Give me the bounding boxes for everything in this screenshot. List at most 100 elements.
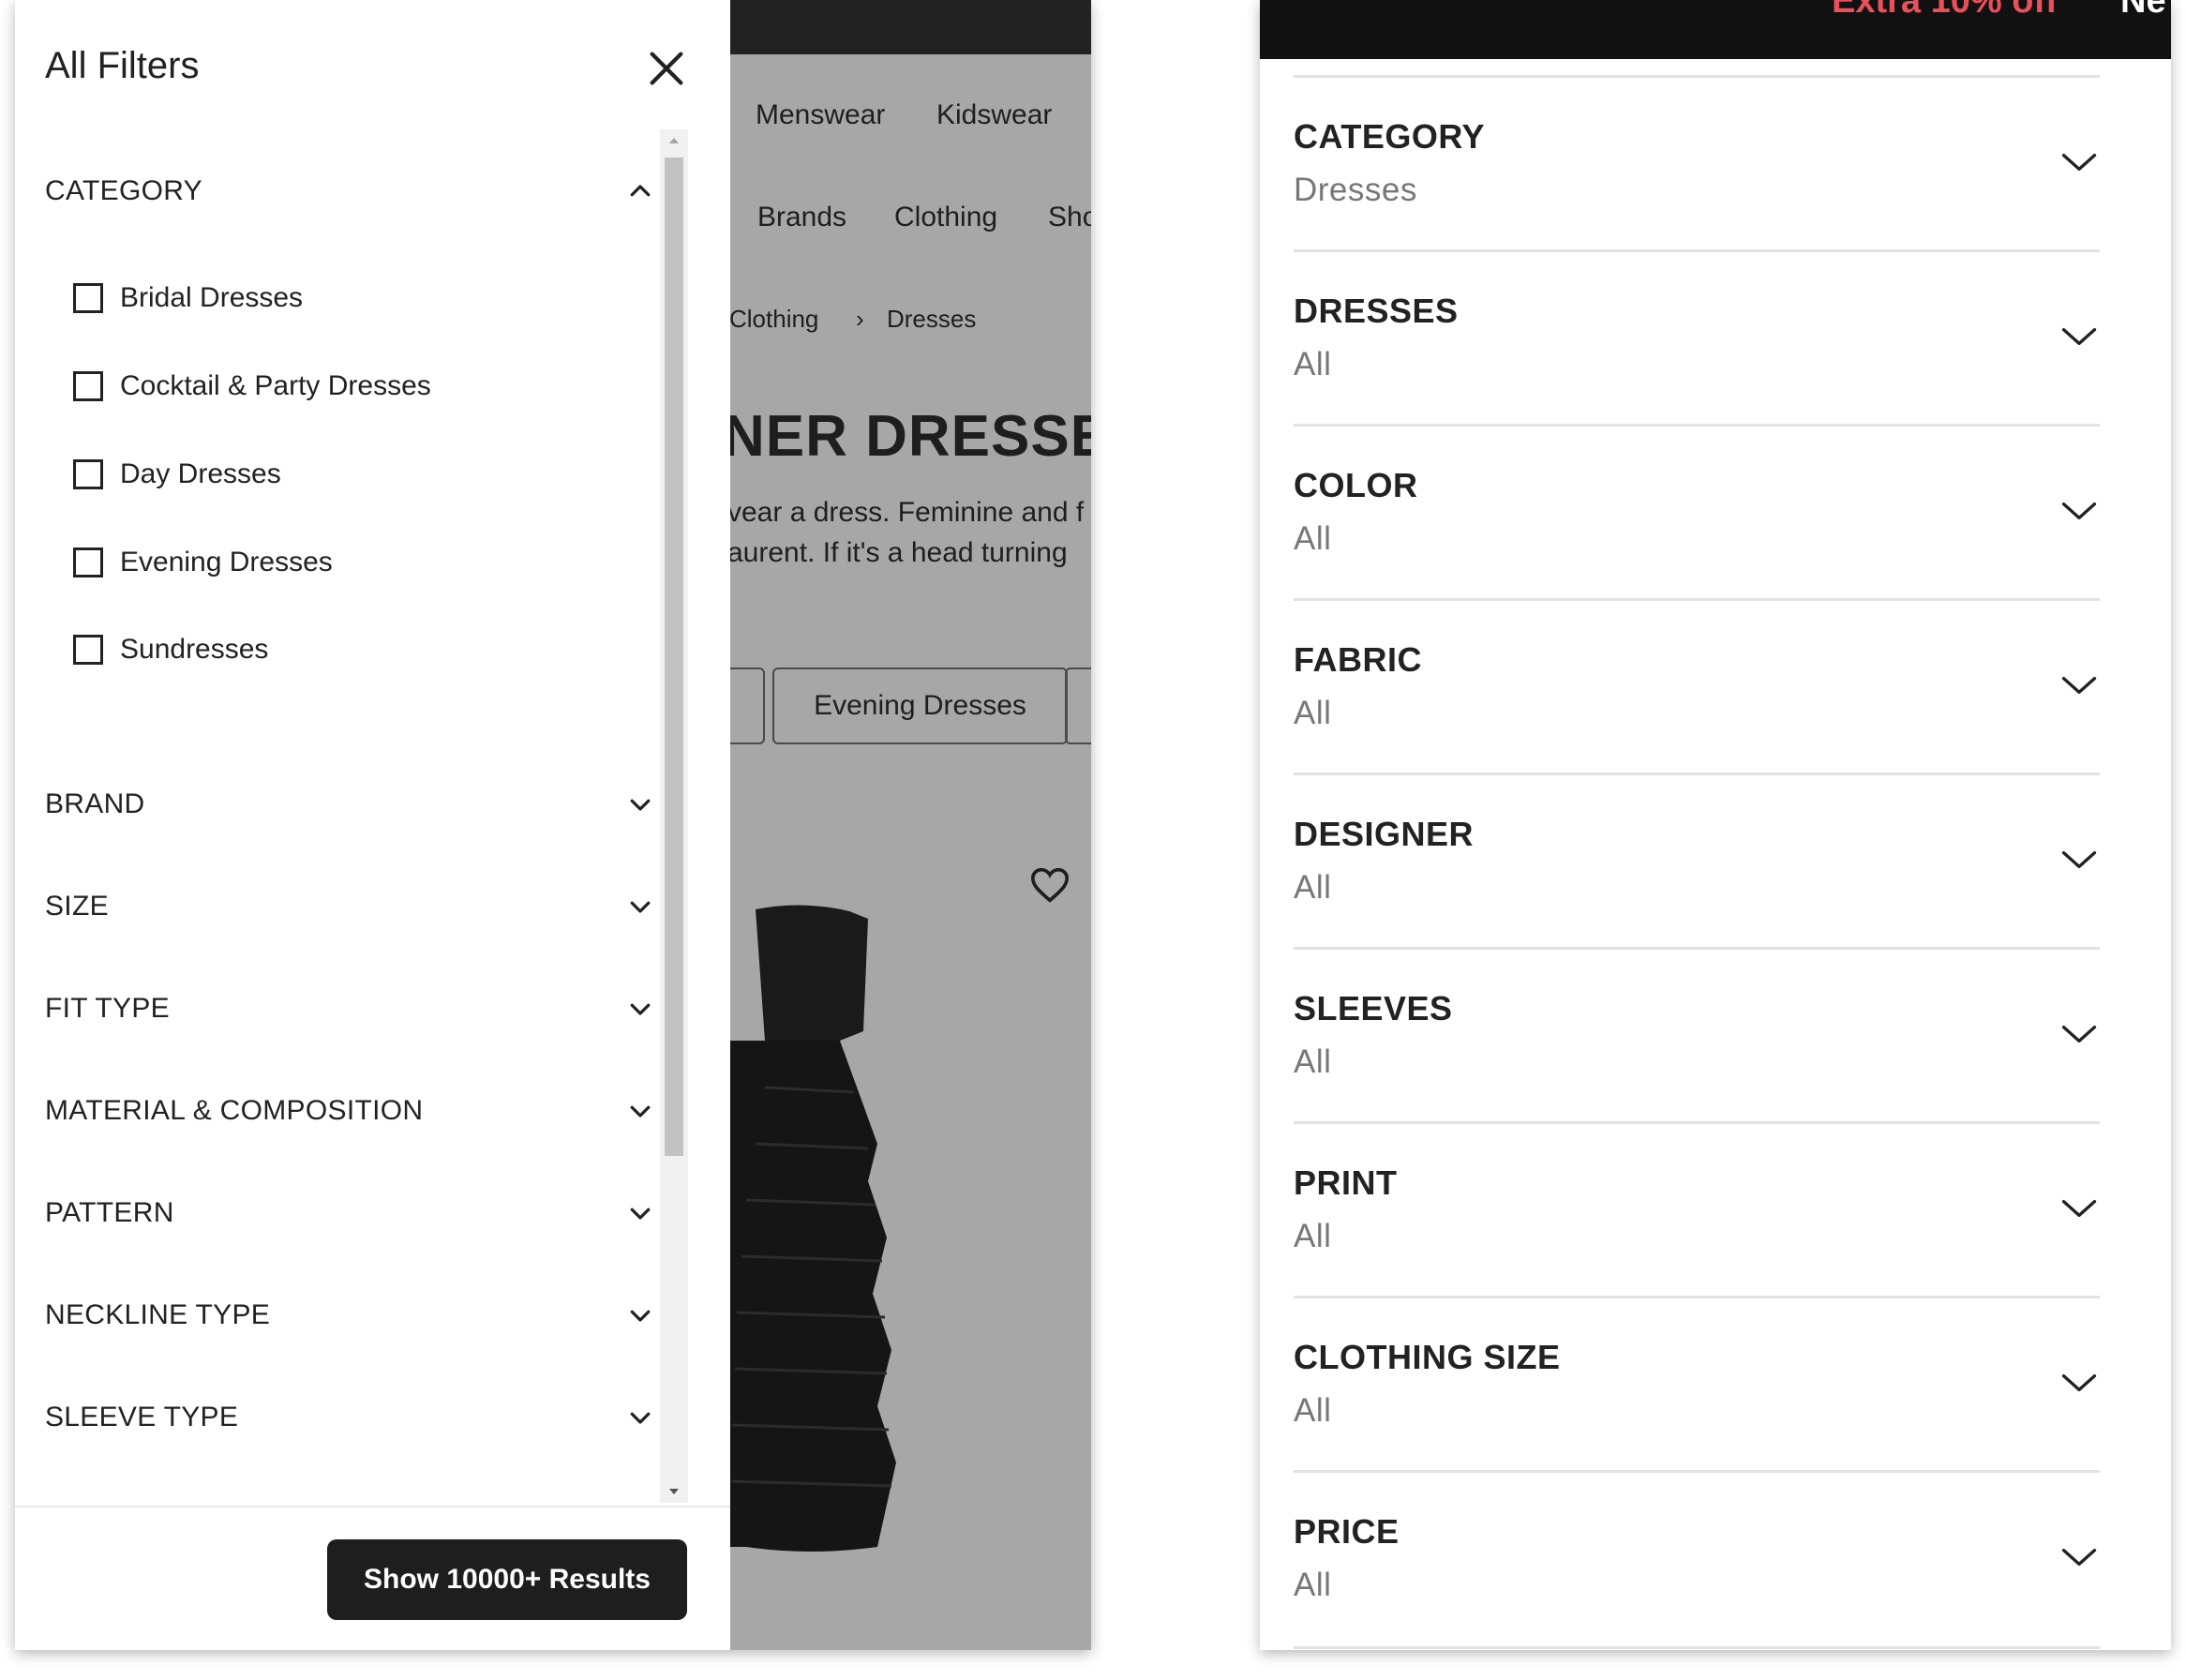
nav-menswear[interactable]: Menswear: [756, 99, 885, 131]
accordion-value: All: [1294, 1392, 1332, 1429]
accordion-title: FABRIC: [1294, 640, 1422, 679]
accordion-title: CLOTHING SIZE: [1294, 1338, 1561, 1376]
chevron-down-icon: [630, 799, 651, 811]
breadcrumb-dresses[interactable]: Dresses: [887, 305, 976, 334]
filter-accordion-fabric[interactable]: FABRIC All: [1294, 598, 2100, 772]
filter-option-label: Sundresses: [120, 634, 269, 665]
nav-shoes[interactable]: Shoe: [1048, 202, 1091, 233]
filter-section-fit-type[interactable]: FIT TYPE: [45, 981, 654, 1037]
filter-section-label: SLEEVE TYPE: [45, 1402, 239, 1432]
accordion-value: All: [1294, 1218, 1332, 1254]
chevron-down-icon: [2061, 502, 2097, 519]
show-results-button[interactable]: Show 10000+ Results: [327, 1539, 687, 1620]
filter-option-evening-dresses[interactable]: Evening Dresses: [73, 539, 333, 586]
chevron-down-icon: [2061, 154, 2097, 171]
promo-banner-text[interactable]: Extra 10% off: [1832, 0, 2058, 22]
chevron-up-icon: [630, 185, 651, 197]
dress-product-image[interactable]: [727, 900, 915, 1556]
category-chip-evening-dresses[interactable]: Evening Dresses: [772, 668, 1068, 744]
chevron-down-icon: [2061, 1200, 2097, 1217]
checkbox[interactable]: [73, 371, 103, 401]
filter-option-label: Evening Dresses: [120, 547, 333, 578]
divider: [1294, 1646, 2100, 1649]
filter-option-label: Day Dresses: [120, 458, 281, 489]
filter-accordion-dresses[interactable]: DRESSES All: [1294, 249, 2100, 424]
filter-section-brand[interactable]: BRAND: [45, 776, 654, 832]
filter-section-label: PATTERN: [45, 1197, 174, 1228]
filter-accordion-category[interactable]: CATEGORY Dresses: [1294, 75, 2100, 249]
filter-option-label: Bridal Dresses: [120, 282, 304, 313]
filter-accordion-sleeves[interactable]: SLEEVES All: [1294, 947, 2100, 1121]
filter-option-cocktail-party-dresses[interactable]: Cocktail & Party Dresses: [73, 363, 431, 410]
right-screen: Extra 10% off Ne CATEGORY Dresses DRESSE…: [1260, 0, 2171, 1650]
promo-top-bar: Extra 10% off Ne: [1260, 0, 2171, 59]
accordion-title: PRICE: [1294, 1512, 1400, 1551]
chevron-down-icon: [2061, 677, 2097, 694]
close-icon[interactable]: [645, 47, 688, 90]
nav-kidswear[interactable]: Kidswear: [936, 99, 1052, 131]
chevron-down-icon: [630, 1412, 651, 1424]
accordion-title: SLEEVES: [1294, 989, 1453, 1028]
scroll-up-arrow-icon[interactable]: [660, 129, 688, 152]
filter-section-label: BRAND: [45, 788, 145, 819]
filter-accordion-print[interactable]: PRINT All: [1294, 1121, 2100, 1296]
accordion-title: DRESSES: [1294, 292, 1459, 330]
chip-label: Evening Dresses: [814, 690, 1026, 721]
chevron-down-icon: [630, 1105, 651, 1118]
filter-accordion-designer[interactable]: DESIGNER All: [1294, 772, 2100, 947]
accordion-value: All: [1294, 869, 1332, 906]
filter-section-label: FIT TYPE: [45, 993, 170, 1024]
filter-accordion-color[interactable]: COLOR All: [1294, 424, 2100, 598]
chevron-down-icon: [2061, 851, 2097, 868]
filter-accordion-clothing-size[interactable]: CLOTHING SIZE All: [1294, 1296, 2100, 1470]
breadcrumb-separator: ›: [856, 305, 864, 333]
drawer-scrollbar[interactable]: [660, 129, 688, 1503]
chevron-down-icon: [630, 1003, 651, 1015]
accordion-title: DESIGNER: [1294, 815, 1475, 853]
accordion-value: Dresses: [1294, 172, 1417, 208]
nav-clothing[interactable]: Clothing: [894, 202, 997, 233]
filter-section-pattern[interactable]: PATTERN: [45, 1185, 654, 1241]
filter-section-label: SIZE: [45, 891, 109, 922]
chevron-down-icon: [2061, 328, 2097, 345]
chevron-down-icon: [2061, 1549, 2097, 1566]
checkbox[interactable]: [73, 459, 103, 489]
page-title: NER DRESSE: [723, 404, 1091, 469]
scrollbar-thumb[interactable]: [665, 158, 683, 1156]
nav-brands[interactable]: Brands: [757, 202, 846, 233]
filter-section-material-composition[interactable]: MATERIAL & COMPOSITION: [45, 1083, 654, 1139]
checkbox[interactable]: [73, 548, 103, 578]
all-filters-drawer: All Filters CATEGORY Bridal Dresses Cock…: [15, 0, 730, 1650]
checkbox[interactable]: [73, 283, 103, 313]
filter-section-label: MATERIAL & COMPOSITION: [45, 1095, 424, 1126]
accordion-value: All: [1294, 1567, 1332, 1603]
accordion-title: CATEGORY: [1294, 117, 1486, 156]
breadcrumb-clothing[interactable]: Clothing: [729, 305, 818, 334]
left-screen: Menswear Kidswear Brands Clothing Shoe C…: [15, 0, 1091, 1650]
filter-option-sundresses[interactable]: Sundresses: [73, 626, 268, 673]
drawer-title: All Filters: [45, 45, 200, 86]
filter-option-bridal-dresses[interactable]: Bridal Dresses: [73, 275, 303, 322]
filter-section-label: NECKLINE TYPE: [45, 1299, 271, 1330]
accordion-title: COLOR: [1294, 466, 1418, 504]
filter-section-category[interactable]: CATEGORY: [45, 163, 654, 219]
filter-option-label: Cocktail & Party Dresses: [120, 370, 431, 401]
accordion-value: All: [1294, 346, 1332, 382]
filter-section-sleeve-type[interactable]: SLEEVE TYPE: [45, 1389, 654, 1446]
filter-option-day-dresses[interactable]: Day Dresses: [73, 451, 281, 498]
checkbox[interactable]: [73, 635, 103, 665]
filter-section-neckline-type[interactable]: NECKLINE TYPE: [45, 1287, 654, 1343]
filter-list: CATEGORY Bridal Dresses Cocktail & Party…: [15, 122, 671, 1495]
scroll-down-arrow-icon[interactable]: [660, 1480, 688, 1503]
heart-icon[interactable]: [1029, 866, 1071, 904]
filter-section-label: CATEGORY: [45, 175, 202, 206]
filter-section-size[interactable]: SIZE: [45, 878, 654, 935]
chevron-down-icon: [630, 1310, 651, 1322]
category-chip-partial-right[interactable]: [1065, 668, 1091, 744]
chevron-down-icon: [630, 901, 651, 913]
new-arrivals-link[interactable]: Ne: [2120, 0, 2166, 22]
accordion-value: All: [1294, 520, 1332, 557]
filter-accordion-price[interactable]: PRICE All: [1294, 1470, 2100, 1644]
accordion-value: All: [1294, 1043, 1332, 1080]
accordion-title: PRINT: [1294, 1163, 1398, 1202]
